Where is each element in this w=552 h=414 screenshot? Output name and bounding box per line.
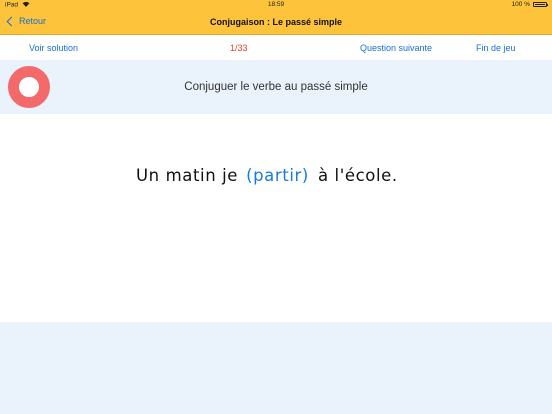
page-title: Conjugaison : Le passé simple xyxy=(209,17,343,27)
exercise-card: Un matin je (partir) à l'école. xyxy=(0,114,552,322)
bottom-area xyxy=(0,322,552,414)
status-right: 100 % xyxy=(511,1,548,8)
instruction-label: Conjuguer le verbe au passé simple xyxy=(184,81,368,93)
instruction-band: Conjuguer le verbe au passé simple xyxy=(0,60,552,114)
see-solution-button[interactable]: Voir solution xyxy=(29,43,78,53)
nav-bar: Retour Conjugaison : Le passé simple xyxy=(0,10,552,35)
verb-answer-field[interactable]: (partir) xyxy=(238,166,318,185)
status-time: 18:59 xyxy=(267,1,285,8)
sentence-prefix: Un matin je xyxy=(136,166,239,185)
question-counter: 1/33 xyxy=(230,43,248,53)
battery-text: 100 % xyxy=(511,1,530,8)
end-game-button[interactable]: Fin de jeu xyxy=(476,43,516,53)
sentence-suffix: à l'école. xyxy=(317,166,398,185)
battery-icon xyxy=(533,2,548,7)
instruction-text: Conjuguer le verbe au passé simple xyxy=(0,81,552,93)
exercise-sentence: Un matin je (partir) à l'école. xyxy=(136,166,398,185)
toolbar: Voir solution 1/33 Question suivante Fin… xyxy=(0,35,552,60)
next-question-button[interactable]: Question suivante xyxy=(360,43,432,53)
status-bar: iPad 18:59 100 % xyxy=(0,0,552,10)
